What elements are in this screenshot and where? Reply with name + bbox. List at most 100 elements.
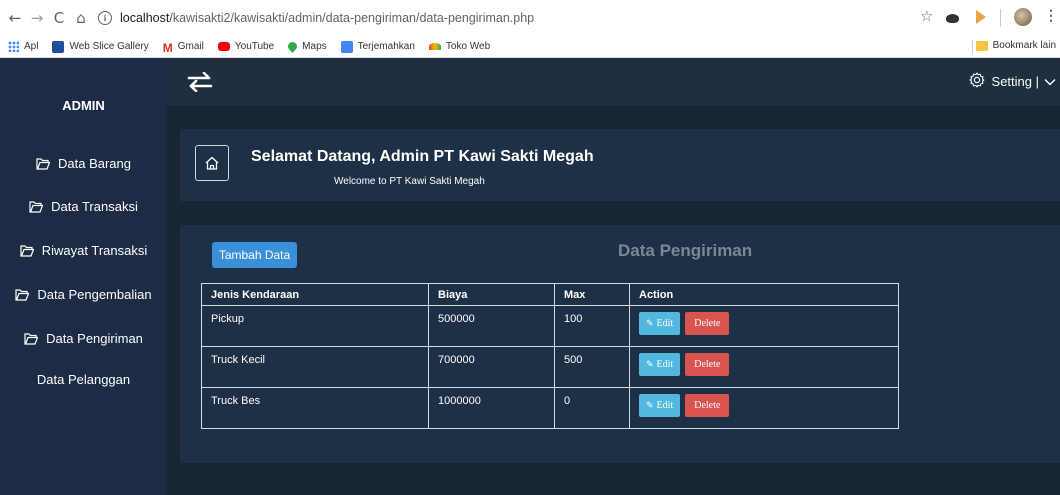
sidebar-item-data-pengiriman[interactable]: Data Pengiriman (0, 331, 167, 346)
setting-label: Setting | (991, 74, 1039, 89)
edit-icon: ✎ (646, 318, 654, 328)
bookmark-star-icon[interactable]: ☆ (920, 7, 933, 25)
edit-label: Edit (656, 359, 674, 370)
edit-button[interactable]: ✎ Edit (639, 353, 681, 376)
bookmarks-bar: Apl Web Slice Gallery M Gmail YouTube Ma… (0, 36, 1060, 58)
folder-open-icon (15, 288, 30, 301)
edit-icon: ✎ (646, 359, 654, 369)
browser-toolbar: ← → C ⌂ i localhost/kawisakti2/kawisakti… (0, 0, 1060, 36)
panel-title: Data Pengiriman (618, 241, 753, 260)
cell-biaya: 700000 (428, 346, 555, 388)
cell-max: 500 (554, 346, 630, 388)
welcome-card: Selamat Datang, Admin PT Kawi Sakti Mega… (180, 129, 1060, 201)
edit-label: Edit (656, 400, 674, 411)
sidebar-item-label: Data Transaksi (51, 199, 138, 214)
edit-icon: ✎ (646, 400, 654, 410)
bookmark-label: Web Slice Gallery (69, 41, 149, 52)
sidebar-item-label: Data Pengembalian (37, 287, 152, 302)
site-info-icon[interactable]: i (98, 11, 112, 25)
welcome-subtitle: Welcome to PT Kawi Sakti Megah (334, 176, 485, 187)
more-menu-icon[interactable]: ⋮ (1044, 7, 1058, 24)
bookmarks-divider (972, 40, 973, 54)
bookmark-label: Terjemahkan (357, 41, 415, 52)
delete-button[interactable]: Delete (685, 394, 730, 417)
sidebar-item-label: Data Pelanggan (36, 372, 131, 387)
bookmark-other-label: Bookmark lain (992, 40, 1056, 51)
cell-max: 0 (554, 387, 630, 429)
apps-grid-icon (8, 41, 19, 52)
cell-biaya: 1000000 (428, 387, 555, 429)
cell-jenis: Truck Kecil (201, 346, 429, 388)
edit-label: Edit (656, 318, 674, 329)
translate-icon (340, 40, 353, 53)
data-panel: Tambah Data Data Pengiriman Jenis Kendar… (180, 225, 1060, 463)
home-icon (205, 156, 219, 170)
top-navbar: Setting | (167, 58, 1060, 106)
table-row: Truck Kecil 700000 500 ✎ Edit Delete (201, 346, 899, 388)
back-arrow-icon[interactable]: ← (4, 7, 26, 29)
sidebar-title: ADMIN (62, 98, 105, 113)
table-header-row: Jenis Kendaraan Biaya Max Action (201, 283, 899, 306)
home-icon-box (195, 145, 229, 181)
bookmark-translate[interactable]: Terjemahkan (340, 40, 415, 53)
sidebar-item-riwayat-transaksi[interactable]: Riwayat Transaksi (0, 243, 167, 258)
sidebar-item-data-transaksi[interactable]: Data Transaksi (0, 199, 167, 214)
bookmark-maps[interactable]: Maps (286, 40, 327, 53)
delete-button[interactable]: Delete (685, 312, 730, 335)
folder-open-icon (20, 244, 34, 257)
reload-icon[interactable]: C (48, 7, 70, 29)
extension-cloud-icon[interactable] (946, 14, 959, 23)
edit-button[interactable]: ✎ Edit (639, 394, 681, 417)
sidebar-item-label: Data Barang (58, 156, 131, 171)
bookmark-other[interactable]: Bookmark lain (975, 40, 1056, 51)
add-data-button[interactable]: Tambah Data (212, 242, 297, 268)
gear-icon (968, 72, 985, 91)
bookmark-web-slice[interactable]: Web Slice Gallery (52, 40, 149, 53)
bookmark-label: Apl (24, 41, 39, 52)
web-store-icon (428, 43, 441, 50)
column-header: Biaya (428, 283, 555, 306)
forward-arrow-icon[interactable]: → (26, 7, 48, 29)
home-icon[interactable]: ⌂ (70, 7, 92, 29)
cell-max: 100 (554, 305, 630, 347)
bookmark-label: Maps (302, 41, 327, 52)
bookmark-youtube[interactable]: YouTube (217, 41, 275, 52)
sidebar-item-data-pelanggan[interactable]: Data Pelanggan (0, 372, 167, 387)
setting-menu[interactable]: Setting | (968, 72, 1056, 91)
table-row: Truck Bes 1000000 0 ✎ Edit Delete (201, 387, 899, 429)
folder-open-icon (29, 200, 44, 213)
extension-play-icon[interactable] (976, 10, 986, 24)
data-table: Jenis Kendaraan Biaya Max Action Pickup … (201, 283, 899, 429)
column-header: Jenis Kendaraan (201, 283, 429, 306)
main-content: Selamat Datang, Admin PT Kawi Sakti Mega… (167, 106, 1060, 495)
bookmark-label: Gmail (177, 41, 204, 52)
cell-jenis: Pickup (201, 305, 429, 347)
sidebar: ADMIN Data Barang Data Transaksi Riwayat… (0, 58, 167, 495)
delete-button[interactable]: Delete (685, 353, 730, 376)
sidebar-item-label: Data Pengiriman (46, 331, 143, 346)
cell-action: ✎ Edit Delete (629, 346, 899, 388)
folder-open-icon (36, 157, 50, 170)
web-slice-icon (52, 40, 65, 53)
folder-icon (975, 40, 988, 51)
column-header: Max (554, 283, 630, 306)
address-bar[interactable]: i localhost/kawisakti2/kawisakti/admin/d… (98, 6, 948, 30)
bookmark-web-store[interactable]: Toko Web (428, 41, 490, 52)
url-path: /kawisakti2/kawisakti/admin/data-pengiri… (169, 11, 535, 25)
gmail-icon: M (162, 40, 173, 55)
swap-arrows-icon[interactable] (187, 71, 213, 97)
youtube-icon (217, 42, 230, 51)
profile-avatar[interactable] (1014, 8, 1032, 26)
column-header: Action (629, 283, 899, 306)
toolbar-divider (1000, 9, 1001, 27)
bookmark-gmail[interactable]: M Gmail (162, 40, 204, 55)
url-host: localhost (120, 11, 170, 25)
sidebar-item-data-barang[interactable]: Data Barang (0, 156, 167, 171)
cell-action: ✎ Edit Delete (629, 305, 899, 347)
bookmark-apps[interactable]: Apl (8, 41, 38, 52)
cell-jenis: Truck Bes (201, 387, 429, 429)
edit-button[interactable]: ✎ Edit (639, 312, 681, 335)
welcome-title: Selamat Datang, Admin PT Kawi Sakti Mega… (251, 148, 594, 165)
bookmark-label: YouTube (234, 41, 275, 52)
sidebar-item-data-pengembalian[interactable]: Data Pengembalian (0, 287, 167, 302)
